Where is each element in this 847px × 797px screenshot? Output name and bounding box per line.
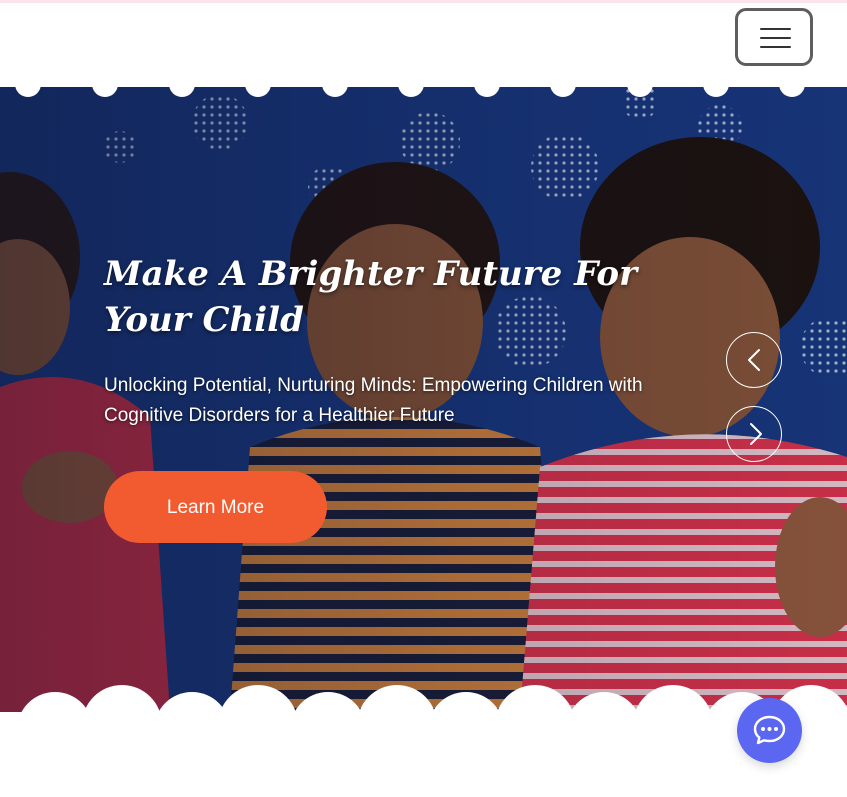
hamburger-menu-icon-bottom <box>760 46 791 48</box>
hamburger-menu-icon-middle <box>760 37 791 39</box>
hero-title: Make A Brighter Future For Your Child <box>104 254 637 340</box>
chevron-left-icon <box>748 349 760 371</box>
menu-toggle-button[interactable] <box>735 8 813 66</box>
scallop-divider-top <box>0 80 847 97</box>
learn-more-button[interactable]: Learn More <box>104 471 327 543</box>
hamburger-menu-icon <box>760 28 791 30</box>
hero-subtitle: Unlocking Potential, Nurturing Minds: Em… <box>104 375 643 426</box>
carousel-next-button[interactable] <box>726 406 782 462</box>
scallop-divider-bottom <box>0 685 847 797</box>
page: Make A Brighter Future For Your Child Un… <box>0 0 847 797</box>
chat-bubble-icon <box>753 715 786 745</box>
hero-banner: Make A Brighter Future For Your Child Un… <box>0 87 847 712</box>
navbar <box>0 3 847 87</box>
chat-button[interactable] <box>737 698 802 763</box>
chevron-right-icon <box>750 423 762 445</box>
carousel-prev-button[interactable] <box>726 332 782 388</box>
